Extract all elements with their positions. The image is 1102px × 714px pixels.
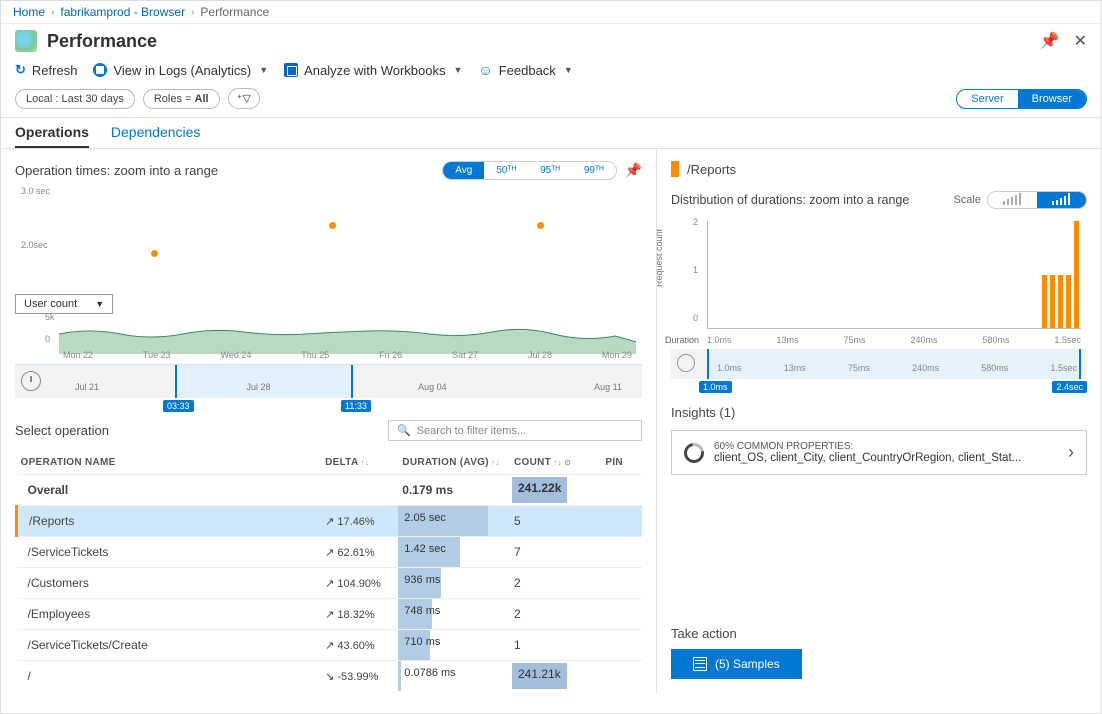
col-pin[interactable]: Pin (601, 451, 642, 475)
toggle-95th[interactable]: 95ᵀᴴ (528, 162, 572, 179)
y-axis-tick: 1 (693, 265, 698, 275)
table-row[interactable]: /ServiceTickets/Create↗ 43.60%710 ms1 (17, 630, 643, 661)
time-filter-pill[interactable]: Local : Last 30 days (15, 89, 135, 109)
performance-icon (15, 30, 37, 52)
x-axis-labels: Mon 22Tue 23Wed 24Thu 25Fri 26Sat 27Jul … (59, 350, 636, 360)
refresh-icon: ↻ (15, 62, 26, 78)
view-logs-button[interactable]: View in Logs (Analytics)▼ (93, 63, 268, 78)
y-axis-tick: 5k (45, 312, 55, 322)
chevron-down-icon: ▼ (259, 65, 268, 75)
scale-toggle[interactable] (987, 191, 1087, 209)
close-icon[interactable]: ✕ (1074, 31, 1087, 51)
breadcrumb: Home › fabrikamprod - Browser › Performa… (1, 1, 1101, 24)
analyze-workbooks-button[interactable]: Analyze with Workbooks▼ (284, 63, 462, 78)
table-row[interactable]: Overall 0.179 ms241.22k (17, 475, 643, 506)
pin-icon[interactable]: 📌 (1040, 31, 1060, 51)
operations-table: Operation name Delta↑↓ Duration (avg)↑↓ … (15, 451, 642, 691)
col-duration[interactable]: Duration (avg)↑↓ (398, 451, 510, 475)
y-axis-tick: 3.0 sec (21, 186, 50, 196)
tabs: Operations Dependencies (1, 118, 1101, 149)
chart-title: Operation times: zoom into a range (15, 163, 442, 178)
y-axis-tick: 2 (693, 217, 698, 227)
range-end-tag: 2.4sec (1052, 381, 1087, 393)
series-color-swatch (671, 161, 679, 177)
x-axis-labels: 1.0ms13ms75ms240ms580ms1.5sec (707, 335, 1081, 345)
table-row[interactable]: /↘ -53.99%0.0786 ms241.21k (17, 661, 643, 692)
scale-label: Scale (953, 194, 981, 206)
tab-operations[interactable]: Operations (15, 124, 89, 148)
range-start-tag: 1.0ms (699, 381, 732, 393)
time-range-slider[interactable]: Jul 21Jul 28Aug 04Aug 11 03:33 11:33 (15, 364, 642, 398)
col-delta[interactable]: Delta↑↓ (321, 451, 398, 475)
data-point (151, 250, 158, 257)
y-axis-label: Request count (657, 229, 664, 287)
pin-chart-icon[interactable]: 📌 (625, 162, 642, 179)
chevron-right-icon: › (1068, 442, 1074, 463)
insights-heading: Insights (1) (671, 405, 1087, 420)
table-row[interactable]: /Employees↗ 18.32%748 ms2 (17, 599, 643, 630)
table-row[interactable]: /ServiceTickets↗ 62.61%1.42 sec7 (17, 537, 643, 568)
y-axis-tick: 0 (693, 313, 698, 323)
toggle-browser[interactable]: Browser (1018, 90, 1086, 108)
breadcrumb-home[interactable]: Home (13, 5, 45, 19)
y-axis-tick: 0 (45, 334, 50, 344)
col-operation-name[interactable]: Operation name (17, 451, 322, 475)
search-icon: 🔍 (397, 424, 411, 437)
toggle-server[interactable]: Server (957, 90, 1017, 108)
chevron-right-icon: › (191, 7, 194, 18)
chevron-down-icon: ▼ (95, 299, 104, 309)
roles-filter-pill[interactable]: Roles = All (143, 89, 220, 109)
distribution-chart[interactable]: Request count 2 1 0 Duration 1.0ms13ms75… (671, 217, 1087, 347)
tab-dependencies[interactable]: Dependencies (111, 124, 201, 148)
data-point (329, 222, 336, 229)
progress-ring-icon (680, 439, 708, 467)
clock-icon (21, 371, 41, 391)
scale-log[interactable] (1037, 192, 1086, 208)
search-input[interactable]: 🔍Search to filter items... (388, 420, 642, 441)
right-panel-title: /Reports (671, 161, 1087, 177)
add-filter-button[interactable]: ⁺▽ (228, 88, 260, 109)
chevron-right-icon: › (51, 7, 54, 18)
samples-button[interactable]: (5) Samples (671, 649, 802, 679)
server-browser-toggle[interactable]: Server Browser (956, 89, 1087, 109)
toggle-50th[interactable]: 50ᵀᴴ (484, 162, 528, 179)
user-count-select[interactable]: User count▼ (15, 294, 113, 314)
page-title-row: Performance 📌 ✕ (1, 24, 1101, 56)
y-axis-tick: 2.0sec (21, 240, 48, 250)
refresh-button[interactable]: ↻Refresh (15, 62, 77, 78)
data-point (537, 222, 544, 229)
distribution-title: Distribution of durations: zoom into a r… (671, 193, 947, 207)
toggle-avg[interactable]: Avg (443, 162, 484, 179)
filter-row: Local : Last 30 days Roles = All ⁺▽ Serv… (1, 88, 1101, 118)
select-operation-title: Select operation (15, 423, 388, 438)
chevron-down-icon: ▼ (454, 65, 463, 75)
insight-card[interactable]: 60% COMMON PROPERTIES:client_OS, client_… (671, 430, 1087, 475)
breadcrumb-app[interactable]: fabrikamprod - Browser (60, 5, 185, 19)
page-title: Performance (47, 31, 1030, 52)
list-icon (693, 657, 707, 671)
table-row[interactable]: /Reports↗ 17.46%2.05 sec5 (17, 506, 643, 537)
clock-icon (677, 354, 695, 372)
take-action-heading: Take action (671, 626, 1087, 641)
operation-times-chart[interactable]: 3.0 sec 2.0sec (15, 186, 642, 294)
duration-range-slider[interactable]: 1.0ms13ms75ms240ms580ms1.5sec 1.0ms 2.4s… (671, 349, 1087, 379)
breadcrumb-current: Performance (200, 5, 269, 19)
range-end-tag: 11:33 (341, 400, 371, 412)
percentile-toggle[interactable]: Avg 50ᵀᴴ 95ᵀᴴ 99ᵀᴴ (442, 161, 616, 180)
chevron-down-icon: ▼ (564, 65, 573, 75)
x-axis-label: Duration (665, 335, 699, 345)
workbook-icon (284, 63, 298, 77)
toggle-99th[interactable]: 99ᵀᴴ (572, 162, 616, 179)
table-row[interactable]: /Customers↗ 104.90%936 ms2 (17, 568, 643, 599)
feedback-button[interactable]: ☺Feedback▼ (478, 62, 572, 78)
scale-linear[interactable] (988, 192, 1037, 208)
logs-icon (93, 63, 107, 77)
col-count[interactable]: Count↑↓ ⊙ (510, 451, 601, 475)
range-start-tag: 03:33 (163, 400, 194, 412)
user-count-chart[interactable]: 5k 0 Mon 22Tue 23Wed 24Thu 25Fri 26Sat 2… (15, 314, 642, 360)
toolbar: ↻Refresh View in Logs (Analytics)▼ Analy… (1, 56, 1101, 88)
feedback-icon: ☺ (478, 62, 492, 78)
